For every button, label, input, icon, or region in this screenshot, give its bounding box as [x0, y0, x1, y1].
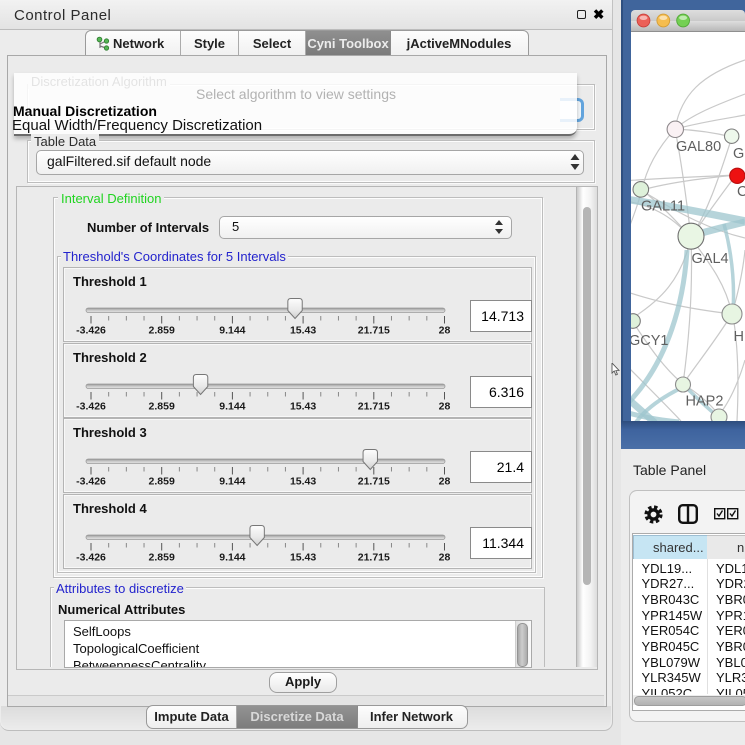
svg-text:HAP2: HAP2: [686, 394, 724, 410]
svg-text:21.715: 21.715: [358, 325, 390, 337]
svg-text:15.43: 15.43: [290, 400, 316, 412]
svg-text:H: H: [734, 329, 744, 345]
svg-text:2.859: 2.859: [149, 476, 175, 488]
svg-text:GAL4: GAL4: [692, 251, 729, 267]
svg-text:15.43: 15.43: [290, 476, 316, 488]
svg-text:21.715: 21.715: [358, 551, 390, 563]
svg-text:28: 28: [439, 325, 451, 337]
svg-text:G: G: [733, 146, 744, 162]
svg-text:2.859: 2.859: [149, 551, 175, 563]
svg-text:28: 28: [439, 476, 451, 488]
svg-text:-3.426: -3.426: [76, 400, 106, 412]
svg-text:21.715: 21.715: [358, 400, 390, 412]
svg-text:-3.426: -3.426: [76, 551, 106, 563]
svg-text:GCY1: GCY1: [629, 333, 669, 349]
svg-text:-3.426: -3.426: [76, 476, 106, 488]
svg-text:28: 28: [439, 551, 451, 563]
svg-text:GAL80: GAL80: [676, 139, 721, 155]
svg-text:15.43: 15.43: [290, 325, 316, 337]
svg-text:2.859: 2.859: [149, 400, 175, 412]
svg-text:9.144: 9.144: [219, 551, 245, 563]
svg-text:21.715: 21.715: [358, 476, 390, 488]
svg-text:9.144: 9.144: [219, 400, 245, 412]
svg-text:9.144: 9.144: [219, 476, 245, 488]
svg-text:C: C: [737, 184, 745, 200]
svg-text:9.144: 9.144: [219, 325, 245, 337]
svg-text:-3.426: -3.426: [76, 325, 106, 337]
svg-text:15.43: 15.43: [290, 551, 316, 563]
svg-text:GAL11: GAL11: [641, 199, 685, 215]
svg-text:28: 28: [439, 400, 451, 412]
svg-text:2.859: 2.859: [149, 325, 175, 337]
